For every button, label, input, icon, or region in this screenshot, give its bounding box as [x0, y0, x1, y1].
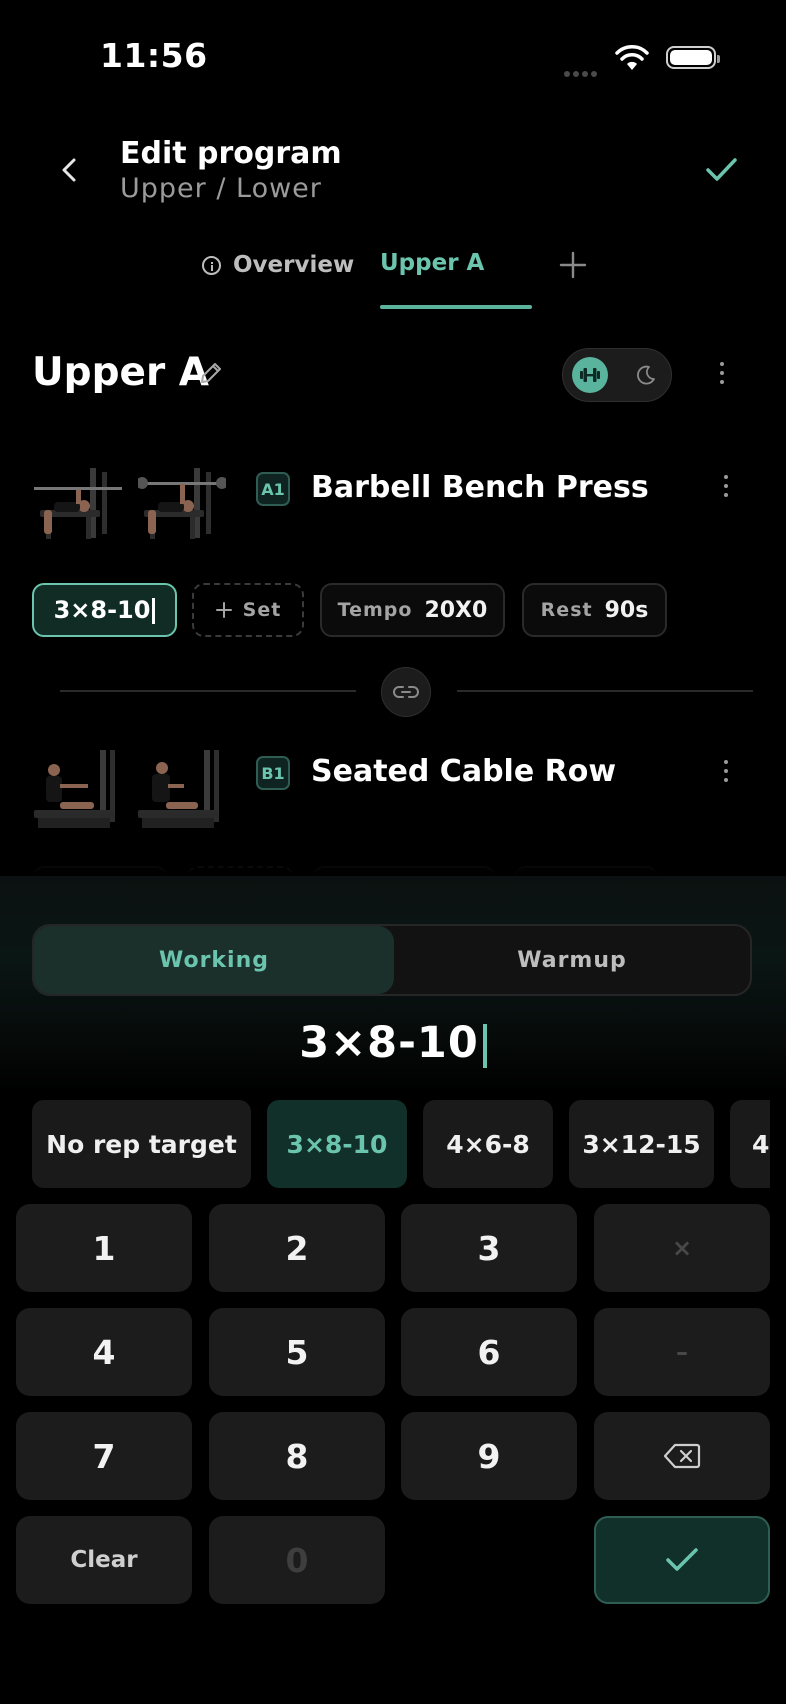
superset-link-button[interactable]: [381, 667, 431, 717]
rest-key: Rest: [540, 599, 593, 621]
back-chevron-icon[interactable]: [52, 152, 88, 188]
save-check-icon[interactable]: [702, 152, 742, 188]
tempo-chip[interactable]: Tempo 20X0: [320, 583, 505, 637]
preset-no-rep-target[interactable]: No rep target: [32, 1100, 251, 1188]
exercise-more-menu-icon[interactable]: [721, 760, 731, 782]
rep-value-text: 3×8-10: [299, 1018, 479, 1068]
cable-row-image-2: [138, 750, 219, 828]
preset-3x8-10[interactable]: 3×8-10: [267, 1100, 407, 1188]
key-8[interactable]: 8: [209, 1412, 385, 1500]
sets-reps-chip[interactable]: 3×8-10: [32, 583, 177, 637]
page-subtitle: Upper / Lower: [120, 173, 322, 204]
cable-row-image: [34, 750, 115, 828]
exercise-badge: A1: [256, 472, 290, 506]
preset-chip-row[interactable]: No rep target 3×8-10 4×6-8 3×12-15 4: [32, 1100, 770, 1188]
moon-icon[interactable]: [634, 363, 658, 387]
plus-icon: [215, 602, 232, 618]
exercise-name[interactable]: Seated Cable Row: [311, 754, 616, 789]
preset-partial[interactable]: 4: [730, 1100, 770, 1188]
cellular-signal-icon: [564, 62, 600, 81]
key-2[interactable]: 2: [209, 1204, 385, 1292]
tab-upper-a[interactable]: Upper A: [380, 250, 484, 276]
rest-chip[interactable]: Rest 90s: [522, 583, 667, 637]
clear-key[interactable]: Clear: [16, 1516, 192, 1604]
segment-warmup[interactable]: Warmup: [394, 926, 750, 994]
wifi-icon: [615, 45, 649, 70]
key-times[interactable]: ×: [594, 1204, 770, 1292]
page-title: Edit program: [120, 136, 342, 171]
rest-value: 90s: [604, 597, 649, 623]
key-4[interactable]: 4: [16, 1308, 192, 1396]
dumbbell-icon[interactable]: [572, 357, 608, 393]
divider-right: [457, 690, 753, 692]
sets-reps-value: 3×8-10: [53, 596, 151, 624]
key-6[interactable]: 6: [401, 1308, 577, 1396]
backspace-icon: [663, 1443, 701, 1469]
tempo-value: 20X0: [424, 597, 488, 623]
exercise-name[interactable]: Barbell Bench Press: [311, 470, 649, 505]
input-caret: [482, 1023, 487, 1068]
key-5[interactable]: 5: [209, 1308, 385, 1396]
add-set-label: Set: [242, 599, 282, 621]
edit-pencil-icon[interactable]: [198, 360, 224, 386]
tab-overview-label: Overview: [233, 252, 355, 278]
key-0[interactable]: 0: [209, 1516, 385, 1604]
confirm-key[interactable]: [594, 1516, 770, 1604]
confirm-check-icon: [666, 1548, 698, 1571]
battery-icon: [666, 46, 720, 69]
exercise-more-menu-icon[interactable]: [721, 475, 731, 497]
rep-value-display: 3×8-10: [0, 1018, 786, 1068]
text-cursor: [152, 598, 156, 624]
day-more-menu-icon[interactable]: [717, 362, 727, 384]
tempo-key: Tempo: [337, 599, 413, 621]
preset-3x12-15[interactable]: 3×12-15: [569, 1100, 714, 1188]
key-1[interactable]: 1: [16, 1204, 192, 1292]
segment-working[interactable]: Working: [34, 926, 394, 994]
link-icon: [393, 686, 419, 698]
key-dash[interactable]: –: [594, 1308, 770, 1396]
key-3[interactable]: 3: [401, 1204, 577, 1292]
add-set-button[interactable]: Set: [192, 583, 304, 637]
set-type-segmented-control[interactable]: Working Warmup: [32, 924, 752, 996]
divider-left: [60, 690, 356, 692]
status-time: 11:56: [100, 36, 208, 75]
exercise-badge: B1: [256, 756, 290, 790]
tab-overview[interactable]: Overview: [202, 250, 354, 280]
backspace-key[interactable]: [594, 1412, 770, 1500]
key-7[interactable]: 7: [16, 1412, 192, 1500]
active-tab-indicator: [380, 305, 532, 309]
preset-4x6-8[interactable]: 4×6-8: [423, 1100, 553, 1188]
info-icon: [202, 255, 221, 275]
bench-press-image: [34, 468, 122, 539]
day-title: Upper A: [32, 350, 209, 395]
bench-press-image-2: [138, 468, 226, 539]
key-9[interactable]: 9: [401, 1412, 577, 1500]
mode-toggle[interactable]: [562, 348, 672, 402]
add-tab-plus-icon[interactable]: [558, 250, 588, 280]
